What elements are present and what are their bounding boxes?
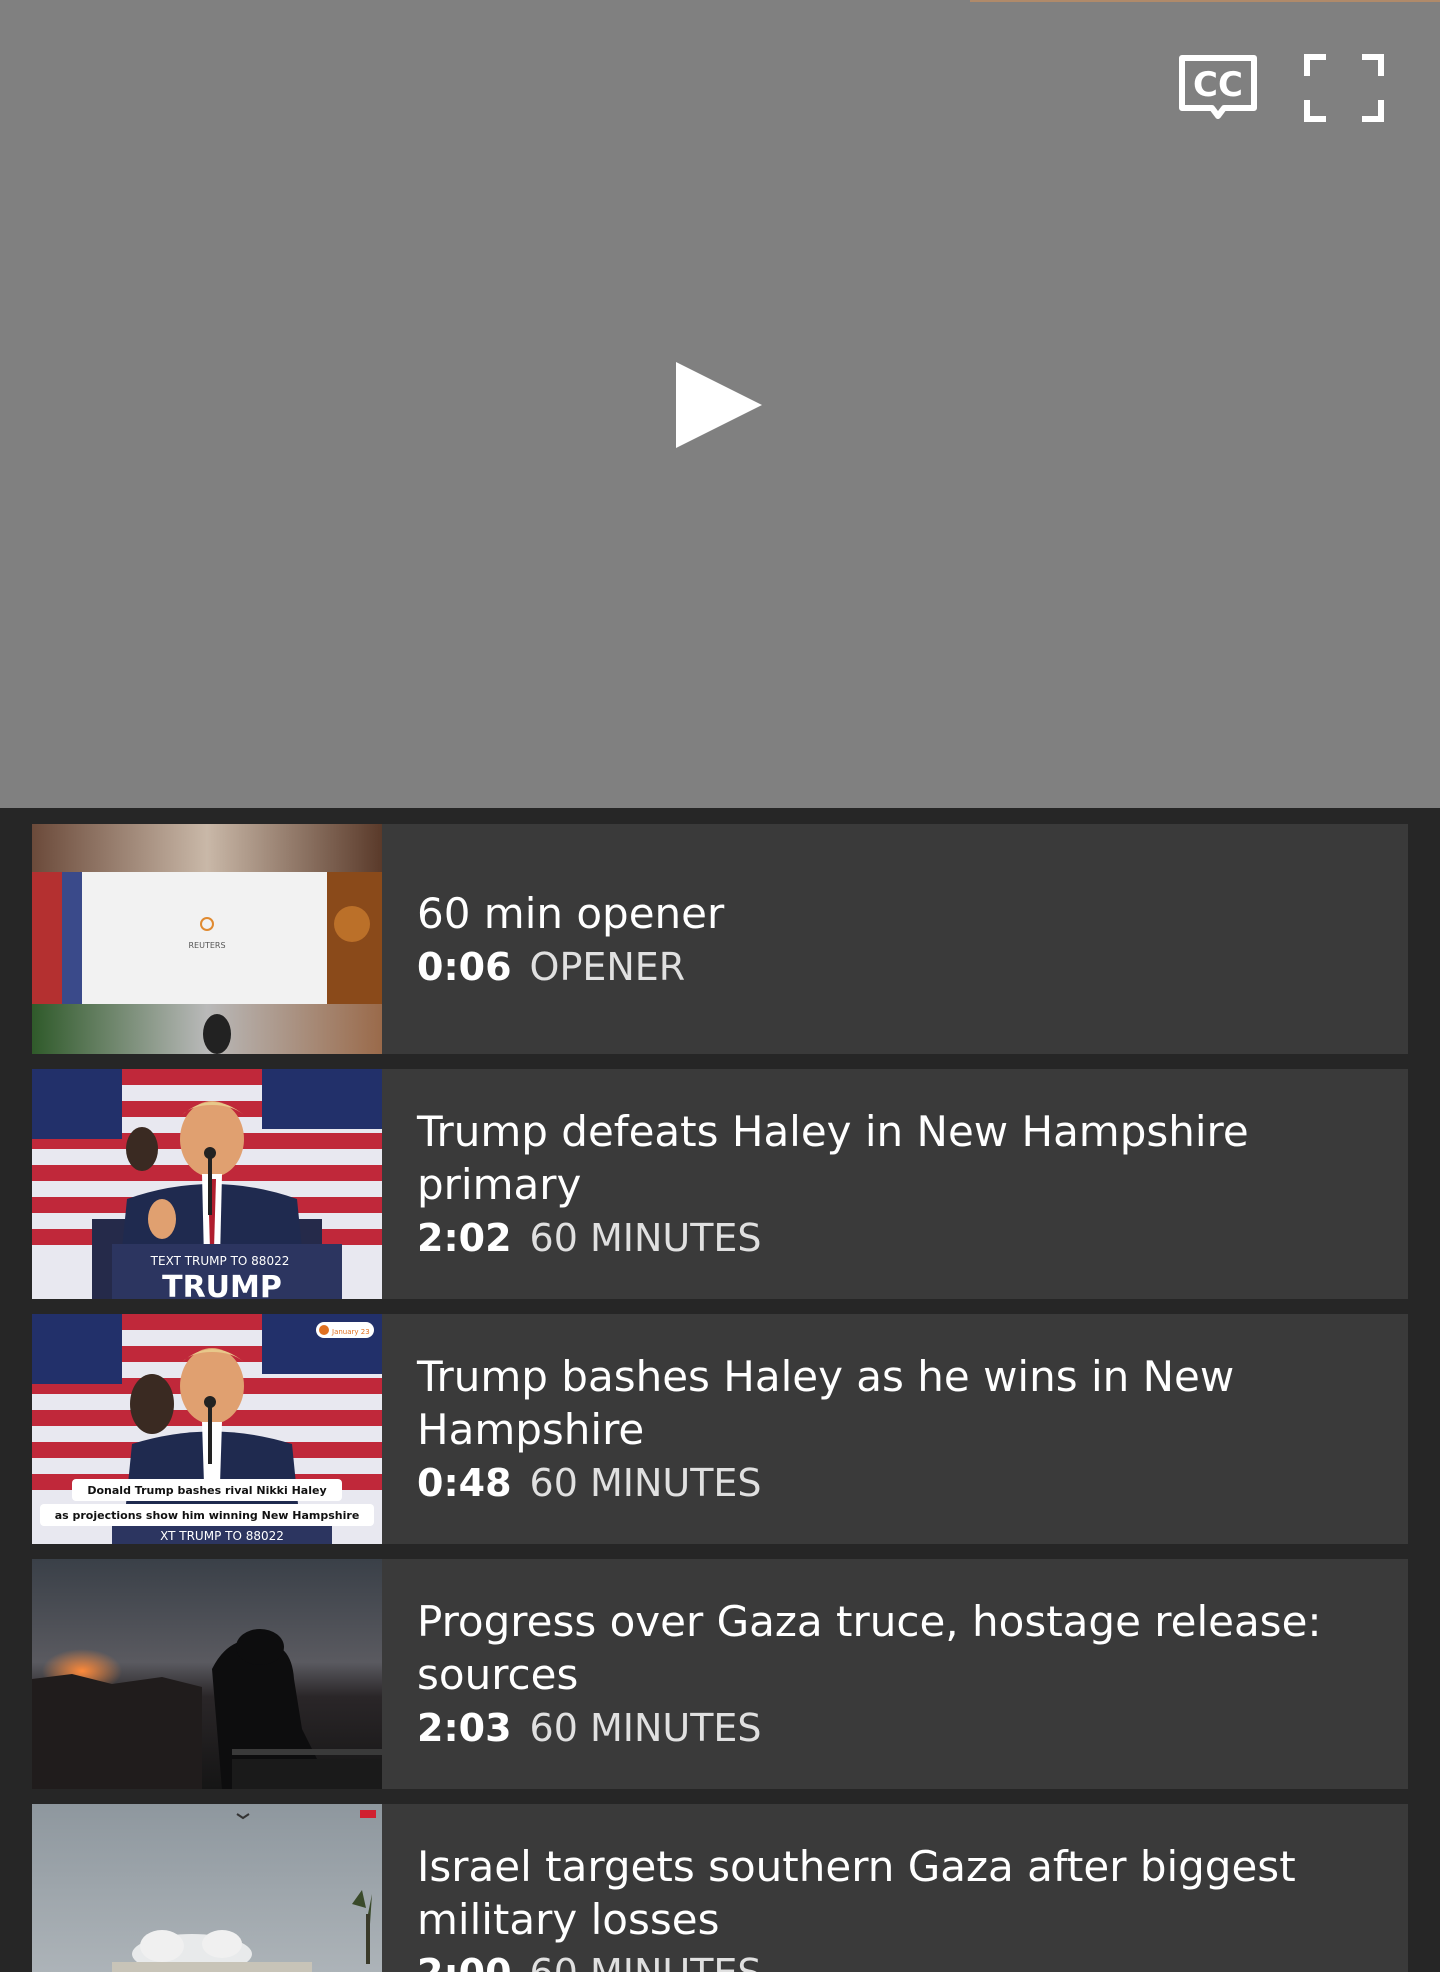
item-meta: 0:06 OPENER bbox=[417, 942, 1398, 992]
item-duration: 2:00 bbox=[417, 1951, 512, 1972]
video-thumbnail bbox=[32, 1559, 382, 1789]
item-category: OPENER bbox=[529, 944, 686, 989]
svg-text:REUTERS: REUTERS bbox=[188, 941, 225, 950]
play-button[interactable] bbox=[662, 350, 772, 460]
closed-captions-button[interactable]: CC bbox=[1178, 54, 1258, 122]
item-text: Progress over Gaza truce, hostage releas… bbox=[417, 1559, 1398, 1789]
item-duration: 0:48 bbox=[417, 1461, 512, 1505]
item-title: Israel targets southern Gaza after bigge… bbox=[417, 1842, 1296, 1944]
item-category: 60 MINUTES bbox=[529, 1706, 762, 1750]
item-meta: 2:02 60 MINUTES bbox=[417, 1213, 1398, 1263]
item-text: Israel targets southern Gaza after bigge… bbox=[417, 1804, 1398, 1972]
svg-text:January 23: January 23 bbox=[331, 1328, 370, 1336]
item-meta: 2:00 60 MINUTES bbox=[417, 1948, 1398, 1972]
item-text: Trump defeats Haley in New Hampshire pri… bbox=[417, 1069, 1398, 1299]
item-duration: 0:06 bbox=[417, 944, 512, 989]
video-thumbnail: TEXT TRUMP TO 88022 TRUMP bbox=[32, 1069, 382, 1299]
fullscreen-button[interactable] bbox=[1304, 54, 1384, 122]
item-text: 60 min opener 0:06 OPENER bbox=[417, 824, 1398, 1054]
playlist-item[interactable]: Israel targets southern Gaza after bigge… bbox=[32, 1804, 1408, 1972]
item-category: 60 MINUTES bbox=[529, 1216, 762, 1260]
svg-text:Donald Trump bashes rival Nikk: Donald Trump bashes rival Nikki Haley bbox=[87, 1484, 326, 1497]
item-title: Trump bashes Haley as he wins in New Ham… bbox=[417, 1352, 1235, 1454]
svg-text:as projections show him winnin: as projections show him winning New Hamp… bbox=[55, 1509, 360, 1522]
item-title: Progress over Gaza truce, hostage releas… bbox=[417, 1597, 1322, 1699]
item-title: Trump defeats Haley in New Hampshire pri… bbox=[417, 1107, 1249, 1209]
video-player[interactable]: CC bbox=[0, 0, 1440, 808]
closed-captions-icon: CC bbox=[1179, 55, 1257, 119]
item-title: 60 min opener bbox=[417, 888, 725, 938]
playlist-item[interactable]: TEXT TRUMP TO 88022 TRUMP Trump defeats … bbox=[32, 1069, 1408, 1299]
play-icon bbox=[676, 362, 762, 448]
playlist-item[interactable]: Progress over Gaza truce, hostage releas… bbox=[32, 1559, 1408, 1789]
video-thumbnail: January 23 Donald Trump bashes rival Nik… bbox=[32, 1314, 382, 1544]
svg-text:CC: CC bbox=[1193, 65, 1243, 105]
fullscreen-icon bbox=[1304, 54, 1384, 122]
playlist-item[interactable]: REUTERS 60 min opener 0:06 OPENER bbox=[32, 824, 1408, 1054]
svg-text:TRUMP: TRUMP bbox=[162, 1270, 282, 1299]
item-duration: 2:03 bbox=[417, 1706, 512, 1750]
svg-text:TEXT TRUMP TO 88022: TEXT TRUMP TO 88022 bbox=[150, 1254, 290, 1268]
svg-text:XT TRUMP TO 88022: XT TRUMP TO 88022 bbox=[160, 1529, 284, 1543]
item-meta: 0:48 60 MINUTES bbox=[417, 1458, 1398, 1508]
video-thumbnail: REUTERS bbox=[32, 824, 382, 1054]
item-meta: 2:03 60 MINUTES bbox=[417, 1703, 1398, 1753]
progress-line bbox=[970, 0, 1440, 2]
item-duration: 2:02 bbox=[417, 1216, 512, 1260]
playlist: REUTERS 60 min opener 0:06 OPENER TEXT T… bbox=[0, 808, 1440, 1972]
playlist-item[interactable]: January 23 Donald Trump bashes rival Nik… bbox=[32, 1314, 1408, 1544]
video-thumbnail bbox=[32, 1804, 382, 1972]
item-category: 60 MINUTES bbox=[529, 1461, 762, 1505]
item-category: 60 MINUTES bbox=[530, 1951, 762, 1972]
item-text: Trump bashes Haley as he wins in New Ham… bbox=[417, 1314, 1398, 1544]
